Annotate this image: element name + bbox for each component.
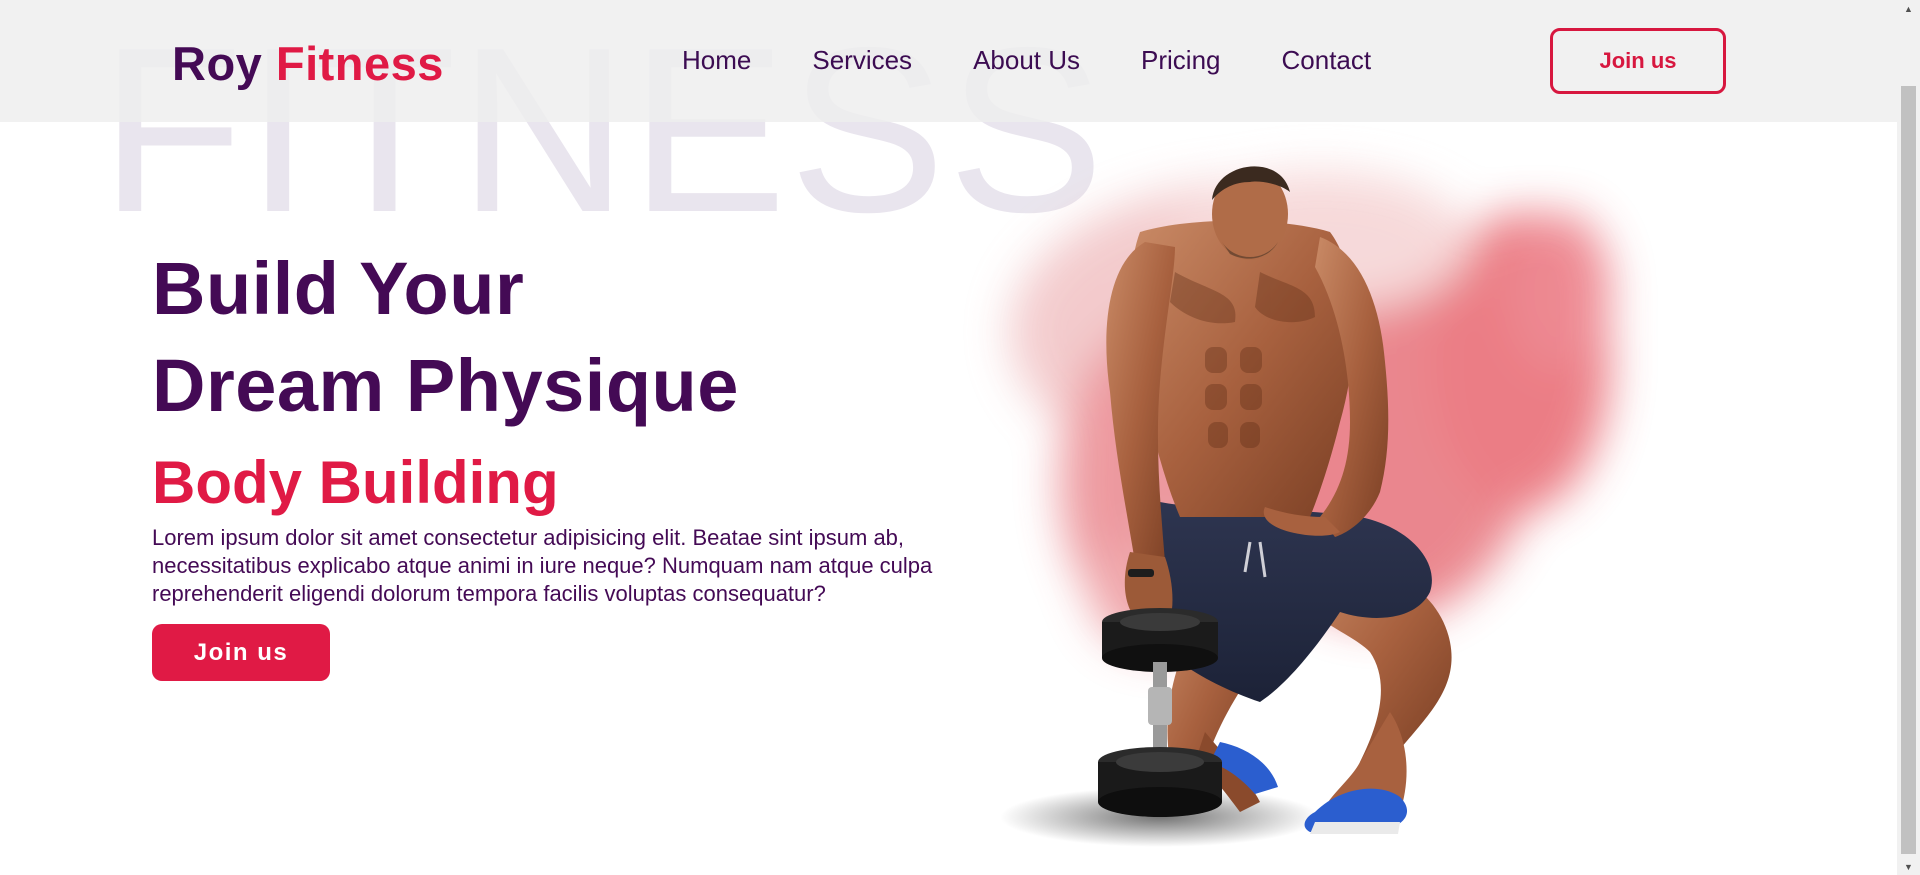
hero-title-line1: Build Your: [152, 247, 525, 330]
hero-subtitle: Body Building: [152, 449, 559, 516]
site-header: Roy Fitness Home Services About Us Prici…: [0, 0, 1897, 122]
main-nav: Home Services About Us Pricing Contact: [682, 45, 1371, 75]
nav-link-home[interactable]: Home: [682, 45, 751, 75]
hero-athlete-image: [1000, 166, 1610, 847]
nav-link-pricing[interactable]: Pricing: [1141, 45, 1220, 75]
nav-link-services[interactable]: Services: [812, 45, 912, 75]
hero-description: Lorem ipsum dolor sit amet consectetur a…: [152, 525, 933, 606]
nav-link-about-us[interactable]: About Us: [973, 45, 1080, 75]
scroll-up-arrow-icon[interactable]: ▲: [1897, 0, 1920, 17]
brand-logo[interactable]: Roy Fitness: [172, 36, 444, 91]
brand-name-part2: Fitness: [275, 37, 444, 90]
nav-link-contact[interactable]: Contact: [1282, 45, 1372, 75]
vertical-scrollbar[interactable]: ▲ ▼: [1897, 0, 1920, 875]
scroll-down-arrow-icon[interactable]: ▼: [1897, 858, 1920, 875]
brand-name-part1: Roy: [172, 37, 263, 90]
scrollbar-thumb[interactable]: [1901, 86, 1916, 854]
header-join-button[interactable]: Join us: [1550, 28, 1726, 94]
page: FITNESS Roy Fitness Home Services About …: [0, 0, 1897, 875]
hero-join-button[interactable]: Join us: [152, 624, 330, 681]
hero-title-line2: Dream Physique: [152, 344, 739, 427]
